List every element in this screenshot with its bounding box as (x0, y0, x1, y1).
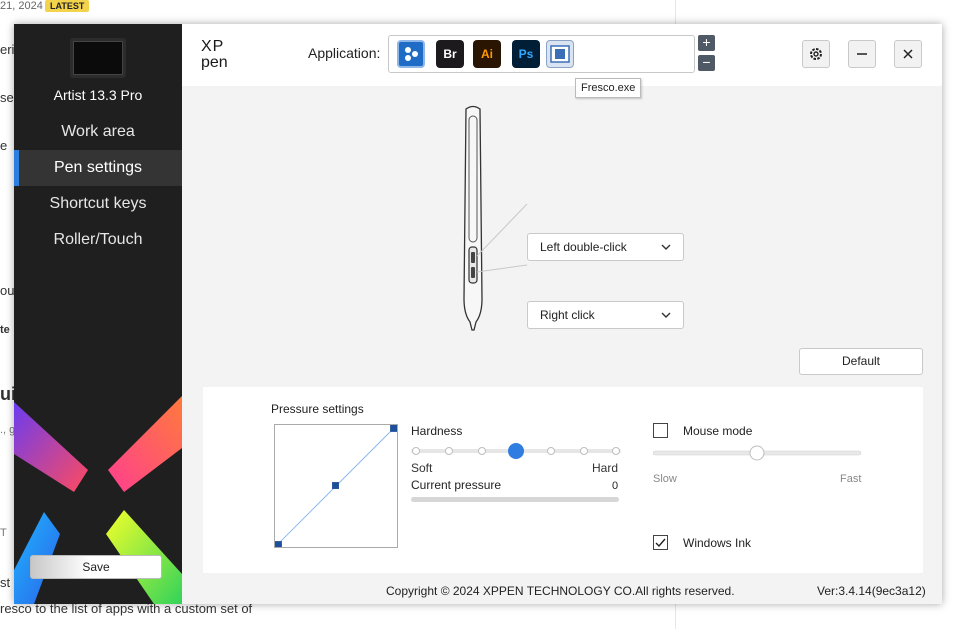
version-text: Ver:3.4.14(9ec3a12) (817, 584, 926, 598)
footer: Copyright © 2024 XPPEN TECHNOLOGY CO.All… (182, 580, 942, 604)
hardness-slider-knob[interactable] (508, 443, 524, 459)
current-pressure-value: 0 (612, 480, 619, 492)
top-bar: XP pen Application: Br Ai Ps + − (182, 24, 942, 86)
pen-illustration (463, 105, 528, 331)
background-date: 21, 2024 (0, 0, 43, 12)
chevron-down-icon (661, 244, 671, 250)
sidebar-item-pen-settings[interactable]: Pen settings (14, 150, 182, 186)
windows-ink-checkbox[interactable] (653, 535, 668, 550)
copyright-text: Copyright © 2024 XPPEN TECHNOLOGY CO.All… (386, 584, 735, 598)
lower-button-value: Right click (540, 308, 595, 322)
svg-text:pen: pen (201, 54, 228, 70)
app-fresco-icon[interactable] (546, 40, 574, 68)
close-button[interactable] (894, 40, 922, 68)
windows-ink-label: Windows Ink (683, 536, 752, 550)
app-illustrator-icon[interactable]: Ai (473, 40, 501, 68)
app-photoshop-icon[interactable]: Ps (512, 40, 540, 68)
background-text: e (0, 138, 8, 153)
chevron-down-icon (661, 312, 671, 318)
background-text: T (0, 527, 7, 539)
device-image (70, 38, 126, 78)
sidebar-item-work-area[interactable]: Work area (14, 114, 182, 150)
lower-button-dropdown[interactable]: Right click (527, 301, 684, 329)
xppen-settings-window: Artist 13.3 Pro Work area Pen settings S… (14, 24, 942, 604)
sidebar-item-shortcut-keys[interactable]: Shortcut keys (14, 186, 182, 222)
slow-label: Slow (653, 473, 677, 485)
hardness-slider[interactable] (411, 443, 621, 459)
application-label: Application: (308, 45, 381, 61)
gear-icon (810, 48, 822, 60)
pressure-curve[interactable] (274, 424, 398, 548)
background-text: eri (0, 42, 15, 57)
mouse-mode-checkbox[interactable] (653, 423, 668, 438)
curve-point[interactable] (390, 425, 397, 432)
mouse-speed-slider[interactable] (653, 445, 863, 461)
hardness-label: Hardness (411, 424, 463, 438)
upper-button-value: Left double-click (540, 240, 627, 254)
default-button[interactable]: Default (799, 348, 923, 375)
sidebar: Artist 13.3 Pro Work area Pen settings S… (14, 24, 182, 604)
checkmark-icon (655, 538, 666, 548)
current-pressure-bar (411, 497, 619, 502)
soft-label: Soft (411, 461, 433, 475)
mouse-speed-knob[interactable] (749, 445, 765, 461)
save-button[interactable]: Save (30, 555, 162, 579)
app-all-icon[interactable] (397, 40, 425, 68)
minimize-icon (857, 53, 867, 55)
close-icon (903, 49, 913, 59)
application-list: Br Ai Ps (388, 35, 695, 73)
current-pressure-label: Current pressure (411, 478, 502, 492)
upper-button-dropdown[interactable]: Left double-click (527, 233, 684, 261)
device-name: Artist 13.3 Pro (53, 87, 143, 103)
background-text: ou (0, 283, 15, 298)
pressure-settings-title: Pressure settings (271, 402, 364, 416)
main-panel: XP pen Application: Br Ai Ps + − Left do… (182, 24, 942, 604)
svg-text:XP: XP (201, 38, 224, 55)
sidebar-nav: Work area Pen settings Shortcut keys Rol… (14, 114, 182, 258)
xppen-logo: XP pen (201, 38, 228, 70)
app-bridge-icon[interactable]: Br (436, 40, 464, 68)
minimize-button[interactable] (848, 40, 876, 68)
background-text: ., g (0, 424, 16, 436)
settings-button[interactable] (802, 40, 830, 68)
hard-label: Hard (592, 461, 619, 475)
remove-app-button[interactable]: − (698, 55, 715, 71)
latest-badge: LATEST (45, 0, 90, 12)
app-tooltip: Fresco.exe (575, 78, 642, 98)
pressure-settings-panel: Pressure settings Hardness Soft Hard Cur… (203, 387, 923, 573)
pen-settings-area: Left double-click Right click Default (182, 86, 942, 386)
curve-point[interactable] (275, 541, 282, 548)
mouse-mode-label: Mouse mode (683, 424, 753, 438)
curve-point[interactable] (332, 482, 339, 489)
background-text: se (0, 90, 14, 105)
add-app-button[interactable]: + (698, 35, 715, 51)
sidebar-item-roller-touch[interactable]: Roller/Touch (14, 222, 182, 258)
fast-label: Fast (840, 473, 862, 485)
background-text: te (0, 324, 10, 336)
